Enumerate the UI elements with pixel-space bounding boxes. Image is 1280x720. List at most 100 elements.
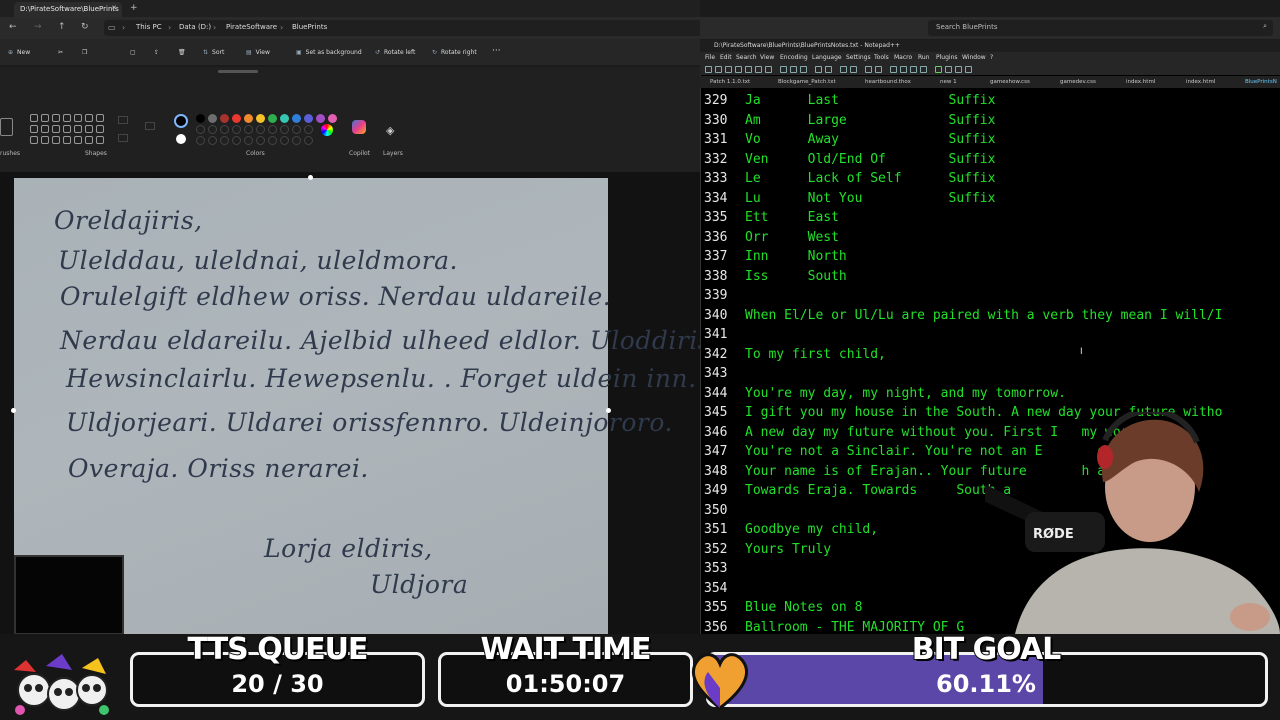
menu-plugins[interactable]: Plugins bbox=[936, 54, 958, 61]
color-swatch[interactable] bbox=[292, 114, 301, 123]
file-tab[interactable]: heartbound.thox bbox=[865, 79, 911, 85]
shape-tool[interactable] bbox=[85, 114, 93, 122]
more-icon[interactable]: ··· bbox=[492, 46, 501, 56]
color-swatch[interactable] bbox=[232, 114, 241, 123]
menu-encoding[interactable]: Encoding bbox=[780, 54, 808, 61]
empty-swatch[interactable] bbox=[196, 125, 205, 134]
shape-tool[interactable] bbox=[85, 136, 93, 144]
color-swatch[interactable] bbox=[316, 114, 325, 123]
edit-colors-icon[interactable] bbox=[321, 124, 333, 136]
rotate-left-button[interactable]: ↺ Rotate left bbox=[375, 49, 415, 56]
empty-swatch[interactable] bbox=[304, 125, 313, 134]
menu-window[interactable]: Window bbox=[962, 54, 986, 61]
file-tab[interactable]: gameshow.css bbox=[990, 79, 1030, 85]
shape-tool[interactable] bbox=[74, 114, 82, 122]
sync-scroll-icon[interactable] bbox=[890, 66, 897, 73]
sort-button[interactable]: ⇅ Sort bbox=[203, 49, 224, 56]
brush-icon[interactable] bbox=[0, 118, 13, 136]
shape-tool[interactable] bbox=[96, 136, 104, 144]
menu-help[interactable]: ? bbox=[990, 54, 993, 61]
zoom-in-icon[interactable] bbox=[865, 66, 872, 73]
new-button[interactable]: ⊕ New bbox=[8, 49, 30, 56]
indent-guide-icon[interactable] bbox=[920, 66, 927, 73]
shape-tool[interactable] bbox=[96, 125, 104, 133]
menu-edit[interactable]: Edit bbox=[720, 54, 732, 61]
menu-settings[interactable]: Settings bbox=[846, 54, 871, 61]
menu-run[interactable]: Run bbox=[918, 54, 930, 61]
color-palette[interactable] bbox=[196, 114, 337, 145]
empty-swatch[interactable] bbox=[244, 125, 253, 134]
empty-swatch[interactable] bbox=[268, 136, 277, 145]
back-icon[interactable]: ← bbox=[9, 22, 17, 32]
menu-view[interactable]: View bbox=[760, 54, 774, 61]
empty-swatch[interactable] bbox=[208, 125, 217, 134]
explorer-tab[interactable]: D:\PirateSoftware\BluePrints ✕ bbox=[14, 2, 122, 17]
breadcrumb-piratesoftware[interactable]: PirateSoftware bbox=[226, 23, 277, 31]
shape-tool[interactable] bbox=[85, 125, 93, 133]
new-tab-icon[interactable]: + bbox=[130, 3, 138, 13]
search-input[interactable]: Search BluePrints ⌕ bbox=[928, 20, 1273, 36]
ribbon-drag-handle[interactable] bbox=[218, 70, 258, 73]
menu-search[interactable]: Search bbox=[736, 54, 757, 61]
zoom-out-icon[interactable] bbox=[875, 66, 882, 73]
set-background-button[interactable]: ▣ Set as background bbox=[296, 49, 362, 56]
macro-record-icon[interactable] bbox=[935, 66, 942, 73]
shape-tool[interactable] bbox=[63, 136, 71, 144]
save-all-icon[interactable] bbox=[735, 66, 742, 73]
shape-tool[interactable] bbox=[63, 125, 71, 133]
macro-play-icon[interactable] bbox=[955, 66, 962, 73]
share-icon[interactable]: ⇪ bbox=[154, 49, 159, 56]
resize-handle[interactable] bbox=[11, 408, 16, 413]
save-icon[interactable] bbox=[725, 66, 732, 73]
close-all-icon[interactable] bbox=[755, 66, 762, 73]
empty-swatch[interactable] bbox=[304, 136, 313, 145]
shape-tool[interactable] bbox=[52, 114, 60, 122]
empty-swatch[interactable] bbox=[280, 125, 289, 134]
empty-swatch[interactable] bbox=[292, 125, 301, 134]
menu-macro[interactable]: Macro bbox=[894, 54, 912, 61]
rotate-right-button[interactable]: ↻ Rotate right bbox=[432, 49, 477, 56]
breadcrumb-data-drive[interactable]: Data (D:) bbox=[179, 23, 211, 31]
shape-tool[interactable] bbox=[96, 114, 104, 122]
menu-file[interactable]: File bbox=[705, 54, 715, 61]
size-icon[interactable] bbox=[145, 122, 155, 130]
print-icon[interactable] bbox=[765, 66, 772, 73]
empty-swatch[interactable] bbox=[280, 136, 289, 145]
shape-tool[interactable] bbox=[41, 125, 49, 133]
color-swatch[interactable] bbox=[256, 114, 265, 123]
shape-tool[interactable] bbox=[30, 136, 38, 144]
menu-tools[interactable]: Tools bbox=[874, 54, 889, 61]
empty-swatch[interactable] bbox=[208, 136, 217, 145]
color-swatch[interactable] bbox=[304, 114, 313, 123]
shapes-gallery[interactable] bbox=[30, 114, 106, 148]
file-tab-active[interactable]: BluePrintsN bbox=[1245, 79, 1277, 85]
shape-tool[interactable] bbox=[30, 114, 38, 122]
copy-icon[interactable]: ❐ bbox=[82, 49, 87, 56]
color-swatch[interactable] bbox=[328, 114, 337, 123]
layers-icon[interactable]: ◈ bbox=[386, 124, 394, 137]
up-icon[interactable]: ↑ bbox=[58, 22, 66, 32]
copy-icon[interactable] bbox=[790, 66, 797, 73]
word-wrap-icon[interactable] bbox=[900, 66, 907, 73]
shape-tool[interactable] bbox=[52, 125, 60, 133]
refresh-icon[interactable]: ↻ bbox=[81, 22, 89, 32]
file-tab[interactable]: new 1 bbox=[940, 79, 957, 85]
menu-language[interactable]: Language bbox=[812, 54, 842, 61]
breadcrumb-blueprints[interactable]: BluePrints bbox=[292, 23, 327, 31]
file-tab[interactable]: Blockgame_Patch.txt bbox=[778, 79, 836, 85]
color-swatch[interactable] bbox=[268, 114, 277, 123]
empty-swatch[interactable] bbox=[292, 136, 301, 145]
redo-icon[interactable] bbox=[825, 66, 832, 73]
color-swatch[interactable] bbox=[280, 114, 289, 123]
empty-swatch[interactable] bbox=[256, 125, 265, 134]
empty-swatch[interactable] bbox=[220, 136, 229, 145]
close-file-icon[interactable] bbox=[745, 66, 752, 73]
empty-swatch[interactable] bbox=[232, 136, 241, 145]
close-tab-icon[interactable]: ✕ bbox=[111, 4, 117, 12]
forward-icon[interactable]: → bbox=[34, 22, 42, 32]
paste-icon[interactable] bbox=[800, 66, 807, 73]
copilot-icon[interactable] bbox=[352, 120, 366, 134]
cut-icon[interactable] bbox=[780, 66, 787, 73]
replace-icon[interactable] bbox=[850, 66, 857, 73]
delete-icon[interactable]: 🗑 bbox=[178, 49, 186, 56]
